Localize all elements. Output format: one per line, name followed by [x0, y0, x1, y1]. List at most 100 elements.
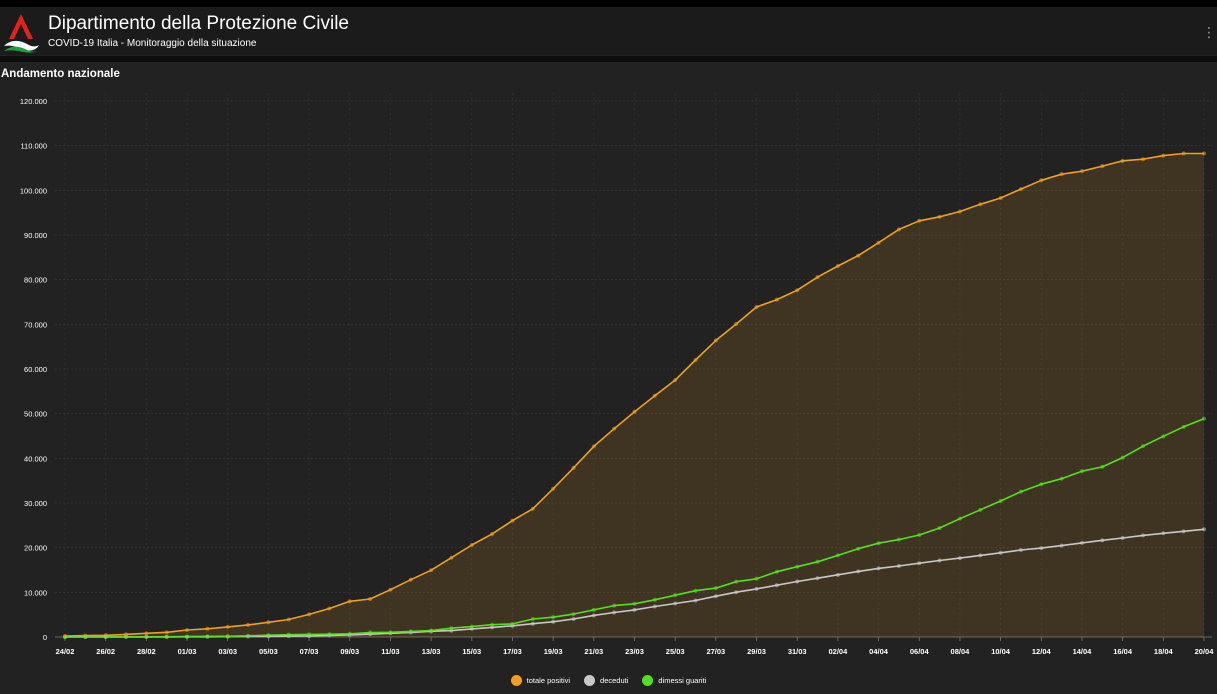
point-dimessi-guariti[interactable] — [937, 526, 942, 531]
point-dimessi-guariti[interactable] — [1120, 455, 1125, 460]
point-dimessi-guariti[interactable] — [693, 588, 698, 593]
point-dimessi-guariti[interactable] — [530, 617, 535, 622]
point-totale-positivi[interactable] — [978, 202, 983, 207]
point-dimessi-guariti[interactable] — [998, 498, 1003, 503]
point-totale-positivi[interactable] — [490, 531, 495, 536]
point-dimessi-guariti[interactable] — [347, 631, 352, 636]
point-deceduti[interactable] — [1181, 529, 1186, 534]
point-totale-positivi[interactable] — [510, 518, 515, 523]
point-dimessi-guariti[interactable] — [632, 601, 637, 606]
point-deceduti[interactable] — [1079, 540, 1084, 545]
point-deceduti[interactable] — [876, 566, 881, 571]
point-totale-positivi[interactable] — [673, 378, 678, 383]
point-totale-positivi[interactable] — [1140, 157, 1145, 162]
point-totale-positivi[interactable] — [1039, 178, 1044, 183]
point-dimessi-guariti[interactable] — [327, 632, 332, 637]
point-totale-positivi[interactable] — [896, 227, 901, 232]
point-deceduti[interactable] — [815, 576, 820, 581]
point-deceduti[interactable] — [1039, 546, 1044, 551]
point-totale-positivi[interactable] — [856, 253, 861, 258]
point-deceduti[interactable] — [612, 610, 617, 615]
point-totale-positivi[interactable] — [1161, 153, 1166, 158]
point-dimessi-guariti[interactable] — [469, 624, 474, 629]
point-dimessi-guariti[interactable] — [124, 634, 129, 639]
point-dimessi-guariti[interactable] — [978, 507, 983, 512]
point-totale-positivi[interactable] — [347, 599, 352, 604]
point-totale-positivi[interactable] — [1100, 164, 1105, 169]
point-totale-positivi[interactable] — [713, 338, 718, 343]
point-dimessi-guariti[interactable] — [876, 541, 881, 546]
point-dimessi-guariti[interactable] — [795, 564, 800, 569]
point-totale-positivi[interactable] — [1181, 151, 1186, 156]
point-totale-positivi[interactable] — [307, 612, 312, 617]
point-totale-positivi[interactable] — [917, 218, 922, 223]
point-dimessi-guariti[interactable] — [673, 593, 678, 598]
point-deceduti[interactable] — [1100, 538, 1105, 543]
point-deceduti[interactable] — [632, 607, 637, 612]
point-deceduti[interactable] — [1202, 527, 1206, 532]
point-totale-positivi[interactable] — [368, 596, 373, 601]
point-dimessi-guariti[interactable] — [652, 597, 657, 602]
point-totale-positivi[interactable] — [734, 322, 739, 327]
point-deceduti[interactable] — [957, 556, 962, 561]
point-totale-positivi[interactable] — [1059, 172, 1064, 177]
point-dimessi-guariti[interactable] — [286, 632, 291, 637]
point-dimessi-guariti[interactable] — [388, 630, 393, 635]
point-deceduti[interactable] — [652, 604, 657, 609]
point-dimessi-guariti[interactable] — [815, 559, 820, 564]
point-dimessi-guariti[interactable] — [917, 532, 922, 537]
point-totale-positivi[interactable] — [327, 606, 332, 611]
point-deceduti[interactable] — [774, 583, 779, 588]
point-totale-positivi[interactable] — [164, 630, 169, 635]
point-totale-positivi[interactable] — [835, 264, 840, 269]
point-totale-positivi[interactable] — [408, 577, 413, 582]
point-dimessi-guariti[interactable] — [957, 516, 962, 521]
point-dimessi-guariti[interactable] — [164, 634, 169, 639]
point-totale-positivi[interactable] — [591, 444, 596, 449]
point-deceduti[interactable] — [856, 569, 861, 574]
point-dimessi-guariti[interactable] — [225, 634, 230, 639]
point-dimessi-guariti[interactable] — [1059, 476, 1064, 481]
point-totale-positivi[interactable] — [205, 626, 210, 631]
point-deceduti[interactable] — [1140, 533, 1145, 538]
point-dimessi-guariti[interactable] — [185, 634, 190, 639]
point-totale-positivi[interactable] — [388, 587, 393, 592]
point-deceduti[interactable] — [693, 598, 698, 603]
point-deceduti[interactable] — [835, 572, 840, 577]
point-dimessi-guariti[interactable] — [571, 612, 576, 617]
point-totale-positivi[interactable] — [286, 617, 291, 622]
point-totale-positivi[interactable] — [1018, 187, 1023, 192]
point-deceduti[interactable] — [571, 616, 576, 621]
point-totale-positivi[interactable] — [1120, 158, 1125, 163]
point-totale-positivi[interactable] — [530, 506, 535, 511]
point-deceduti[interactable] — [1059, 543, 1064, 548]
point-dimessi-guariti[interactable] — [368, 630, 373, 635]
point-deceduti[interactable] — [591, 613, 596, 618]
point-totale-positivi[interactable] — [185, 627, 190, 632]
point-deceduti[interactable] — [551, 619, 556, 624]
point-dimessi-guariti[interactable] — [205, 634, 210, 639]
point-totale-positivi[interactable] — [957, 209, 962, 214]
point-deceduti[interactable] — [1018, 548, 1023, 553]
point-dimessi-guariti[interactable] — [1161, 434, 1166, 439]
point-totale-positivi[interactable] — [815, 275, 820, 280]
point-totale-positivi[interactable] — [876, 240, 881, 245]
point-dimessi-guariti[interactable] — [896, 537, 901, 542]
point-totale-positivi[interactable] — [429, 568, 434, 573]
point-deceduti[interactable] — [978, 553, 983, 558]
point-totale-positivi[interactable] — [449, 555, 454, 560]
more-vert-icon[interactable]: ⋮ — [1202, 25, 1216, 39]
point-deceduti[interactable] — [1161, 531, 1166, 536]
point-deceduti[interactable] — [713, 594, 718, 599]
point-totale-positivi[interactable] — [754, 305, 759, 310]
point-dimessi-guariti[interactable] — [1039, 482, 1044, 487]
point-totale-positivi[interactable] — [225, 624, 230, 629]
point-deceduti[interactable] — [754, 586, 759, 591]
point-deceduti[interactable] — [998, 550, 1003, 555]
point-dimessi-guariti[interactable] — [144, 634, 149, 639]
point-dimessi-guariti[interactable] — [1018, 489, 1023, 494]
point-totale-positivi[interactable] — [774, 297, 779, 302]
legend-item-totale-positivi[interactable]: totale positivi — [510, 674, 570, 686]
point-dimessi-guariti[interactable] — [510, 621, 515, 626]
point-deceduti[interactable] — [896, 564, 901, 569]
